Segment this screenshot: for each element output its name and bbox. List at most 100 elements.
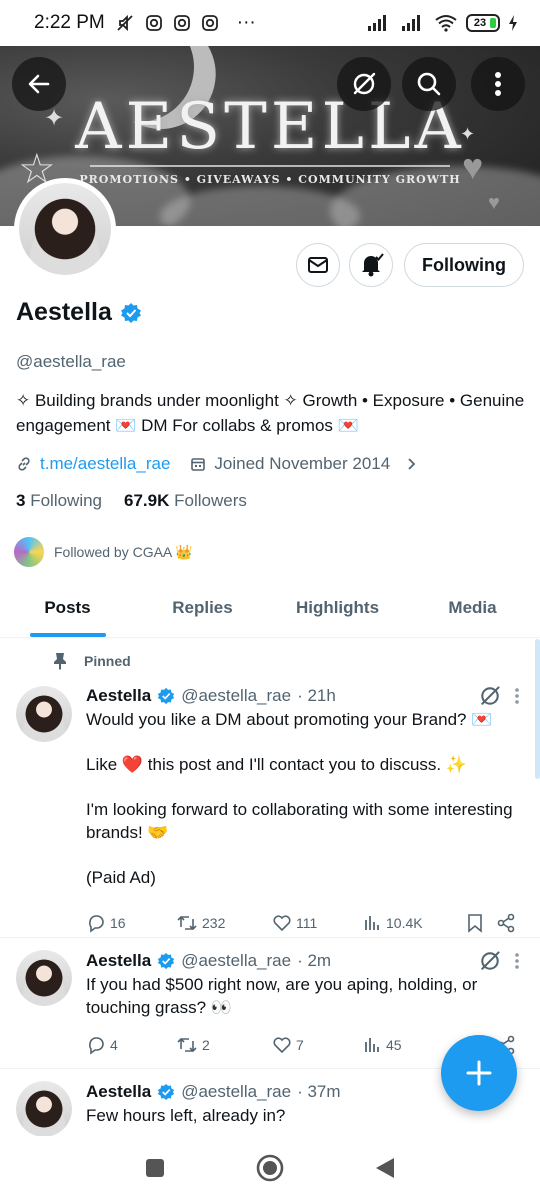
verified-badge-icon [158, 1083, 175, 1101]
follow-counts: 3 Following 67.9K Followers [16, 491, 247, 511]
tab-replies[interactable]: Replies [135, 584, 270, 637]
heart-icon [273, 915, 291, 932]
back-arrow-icon [28, 74, 50, 94]
more-options-button[interactable] [471, 57, 525, 111]
post-author-name[interactable]: Aestella [86, 951, 151, 971]
follower-avatar [12, 535, 46, 569]
share-icon[interactable] [496, 913, 516, 933]
instagram-icon [201, 14, 219, 32]
profile-handle: @aestella_rae [16, 352, 126, 371]
followed-by-text: Followed by CGAA 👑 [54, 543, 193, 560]
verified-badge-icon [158, 952, 175, 970]
active-tab-indicator [29, 633, 106, 637]
reply-icon [89, 1037, 104, 1055]
grok-icon [353, 72, 376, 95]
following-button[interactable]: Following [404, 243, 524, 287]
profile-avatar[interactable] [14, 178, 116, 280]
repost-button[interactable]: 232 [176, 913, 272, 933]
analytics-icon [365, 1038, 379, 1052]
profile-bio: ✧ Building brands under moonlight ✧ Grow… [16, 391, 525, 435]
system-nav-bar [0, 1136, 540, 1200]
following-count-link[interactable]: 3 Following [16, 491, 102, 511]
status-time: 2:22 PM [34, 12, 105, 33]
post-text: Few hours left, already in? [86, 1106, 286, 1125]
calendar-icon [191, 458, 206, 471]
grok-icon[interactable] [478, 949, 502, 973]
grok-icon[interactable] [478, 684, 502, 708]
banner-title: AESTELLA [75, 90, 465, 164]
home-icon[interactable] [255, 1153, 285, 1183]
battery-icon: 23 [466, 14, 500, 32]
repost-icon [177, 915, 197, 931]
wifi-icon [434, 14, 458, 32]
like-button[interactable]: 7 [272, 1035, 362, 1055]
status-bar: 2:22 PM ··· 23 [0, 0, 540, 46]
post-avatar[interactable] [16, 1081, 72, 1137]
bell-check-icon [362, 253, 384, 277]
post-text: If you had $500 right now, are you aping… [86, 975, 478, 1017]
more-vertical-icon [495, 72, 501, 96]
tab-media[interactable]: Media [405, 584, 540, 637]
back-button[interactable] [12, 57, 66, 111]
charging-icon [508, 14, 518, 32]
verified-badge-icon [158, 687, 175, 705]
post-time: · 2m [297, 951, 332, 970]
profile-tabs: Posts Replies Highlights Media [0, 584, 540, 638]
post-author-name[interactable]: Aestella [86, 1082, 151, 1102]
banner-divider [90, 165, 450, 167]
profile-link[interactable]: t.me/aestella_rae [40, 454, 170, 474]
heart-decoration: ♥ [488, 192, 500, 214]
compose-post-button[interactable] [441, 1035, 517, 1111]
bookmark-icon[interactable] [466, 913, 484, 933]
tab-posts[interactable]: Posts [0, 584, 135, 637]
display-name: Aestella [16, 298, 112, 326]
more-notifications-dots: ··· [236, 12, 256, 33]
recents-icon[interactable] [144, 1157, 166, 1179]
profile-name: Aestella [16, 298, 142, 327]
pinned-label: Pinned [0, 639, 540, 683]
instagram-icon [173, 14, 191, 32]
search-button[interactable] [402, 57, 456, 111]
views-button[interactable]: 10.4K [362, 913, 462, 933]
signal-icon [400, 14, 426, 32]
profile-meta: t.me/aestella_rae Joined November 2014 [16, 454, 418, 474]
verified-badge-icon [120, 302, 141, 323]
followed-by[interactable]: Followed by CGAA 👑 [12, 535, 193, 569]
pin-icon [54, 653, 66, 670]
mail-icon [308, 257, 328, 273]
grok-button[interactable] [337, 57, 391, 111]
like-button[interactable]: 111 [272, 913, 362, 933]
reply-button[interactable]: 16 [86, 913, 176, 933]
post-item[interactable]: Aestella @aestella_rae · 21h Would you l… [0, 683, 540, 938]
post-handle: @aestella_rae [181, 686, 292, 705]
repost-button[interactable]: 2 [176, 1035, 272, 1055]
analytics-icon [365, 916, 379, 930]
reply-icon [89, 915, 104, 933]
instagram-icon [145, 14, 163, 32]
post-handle: @aestella_rae [181, 1082, 292, 1101]
tab-highlights[interactable]: Highlights [270, 584, 405, 637]
post-handle: @aestella_rae [181, 951, 292, 970]
post-time: · 21h [297, 686, 336, 705]
joined-date: Joined November 2014 [214, 454, 391, 473]
back-nav-icon[interactable] [374, 1156, 396, 1180]
chevron-right-icon[interactable] [404, 457, 418, 471]
post-avatar[interactable] [16, 686, 72, 742]
mute-icon [115, 13, 135, 33]
reply-button[interactable]: 4 [86, 1035, 176, 1055]
post-author-name[interactable]: Aestella [86, 686, 151, 706]
post-more-icon[interactable] [514, 687, 520, 705]
heart-icon [273, 1037, 291, 1054]
message-button[interactable] [296, 243, 340, 287]
post-avatar[interactable] [16, 950, 72, 1006]
signal-icon [366, 14, 392, 32]
post-time: · 37m [297, 1082, 341, 1101]
post-text: Would you like a DM about promoting your… [86, 710, 513, 887]
notifications-button[interactable] [349, 243, 393, 287]
post-more-icon[interactable] [514, 952, 520, 970]
link-icon [18, 457, 30, 471]
search-icon [417, 72, 441, 96]
followers-count-link[interactable]: 67.9K Followers [124, 491, 247, 511]
repost-icon [177, 1037, 197, 1053]
plus-icon [466, 1060, 492, 1086]
